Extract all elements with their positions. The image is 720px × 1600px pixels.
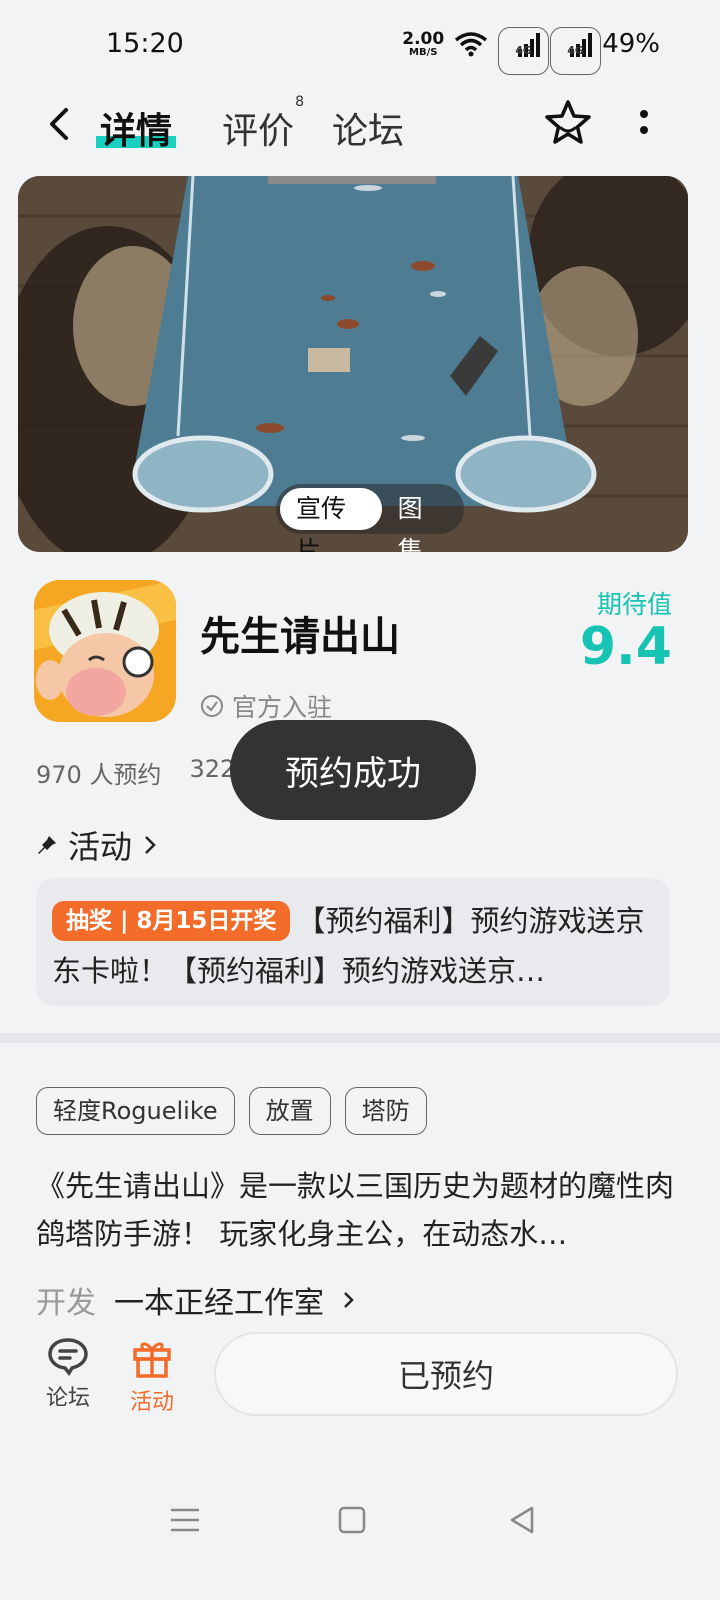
tab-detail-label: 详情 [100,111,173,152]
activity-content: 抽奖 | 8月15日开奖 【预约福利】预约游戏送京东卡啦！【预约福利】预约游戏送京… [52,896,654,988]
expect-score: 9.4 [579,617,672,677]
lottery-badge: 抽奖 | 8月15日开奖 [52,901,291,941]
wifi-icon [455,32,488,57]
toggle-video[interactable]: 宣传片 [280,488,382,552]
tag-item[interactable]: 塔防 [344,1087,427,1135]
review-count: 8 [295,94,305,110]
expect-label: 期待值 [596,590,672,619]
activity-header[interactable]: 活动 [36,822,158,868]
official-label: 官方入驻 [232,693,333,722]
reserved-button[interactable]: 已预约 [214,1332,678,1416]
developer-label: 开发 [36,1286,96,1321]
tab-review-label: 评价 [222,111,295,152]
cell-signal-icon: 4G [498,27,549,75]
network-speed: 2.00 MB/S [402,28,445,58]
signal-type-label-2: 4G [550,27,601,75]
status-time: 15:20 [106,28,184,59]
net-speed-value: 2.00 [402,28,445,49]
success-toast: 预约成功 [230,720,476,820]
favorite-star-icon[interactable] [543,98,593,148]
net-speed-unit: MB/S [409,46,438,58]
battery-level: 49% [602,29,660,59]
tag-item[interactable]: 放置 [248,1087,331,1135]
game-stats: 970 人预约 322 [36,755,235,790]
activity-heading: 活动 [68,828,133,866]
forum-chat-icon [48,1338,88,1376]
media-banner[interactable]: 宣传片 图集 [18,176,688,552]
menu-icon[interactable] [165,1500,205,1540]
system-nav-bar [0,1480,720,1560]
chevron-right-icon [145,836,156,854]
home-square-icon[interactable] [332,1500,372,1540]
back-arrow-icon[interactable] [40,104,80,144]
app-icon [34,580,176,722]
tab-forum-label: 论坛 [332,111,405,152]
pin-icon [38,836,56,854]
cell-signal-icon-2: 4G [550,27,601,75]
bottom-activity-button[interactable]: 活动 [122,1336,182,1416]
bottom-activity-label: 活动 [129,1390,174,1415]
bottom-forum-button[interactable]: 论坛 [38,1336,98,1412]
top-nav: 详情 评价 8 论坛 [0,90,720,170]
game-description[interactable]: 《先生请出山》是一款以三国历史为题材的魔性肉鸽塔防手游！ 玩家化身主公，在动态水… [36,1162,676,1258]
second-stat: 322 [189,755,236,783]
back-triangle-icon[interactable] [502,1500,542,1540]
tag-list: 轻度Roguelike 放置 塔防 [36,1087,427,1135]
gift-icon [133,1342,171,1378]
status-bar: 15:20 2.00 MB/S 4G 4G 49% [0,0,720,90]
chevron-right-icon [344,1292,354,1308]
expect-rating: 期待值 9.4 [580,585,672,673]
activity-card[interactable]: 抽奖 | 8月15日开奖 【预约福利】预约游戏送京东卡啦！【预约福利】预约游戏送京… [36,878,670,1006]
more-options-icon[interactable] [632,102,656,142]
status-icons: 2.00 MB/S 4G 4G 49% [402,26,660,75]
bottom-action-bar: 论坛 活动 已预约 [0,1330,720,1440]
developer-row[interactable]: 开发 一本正经工作室 [36,1278,356,1322]
toggle-gallery[interactable]: 图集 [382,488,460,552]
tab-forum[interactable]: 论坛 [332,102,404,154]
official-badge: 官方入驻 [200,688,332,724]
tab-review[interactable]: 评价 8 [222,94,304,154]
section-divider [0,1033,720,1043]
tag-item[interactable]: 轻度Roguelike [36,1087,235,1135]
developer-name: 一本正经工作室 [114,1286,324,1321]
game-character-icon [34,580,176,722]
signal-type-label: 4G [498,27,549,75]
bottom-forum-label: 论坛 [45,1386,90,1411]
reservation-count: 970 人预约 [36,761,162,789]
check-circle-icon [201,695,223,717]
game-title: 先生请出山 [200,614,400,660]
tab-detail[interactable]: 详情 [96,102,177,154]
media-toggle: 宣传片 图集 [276,484,464,552]
